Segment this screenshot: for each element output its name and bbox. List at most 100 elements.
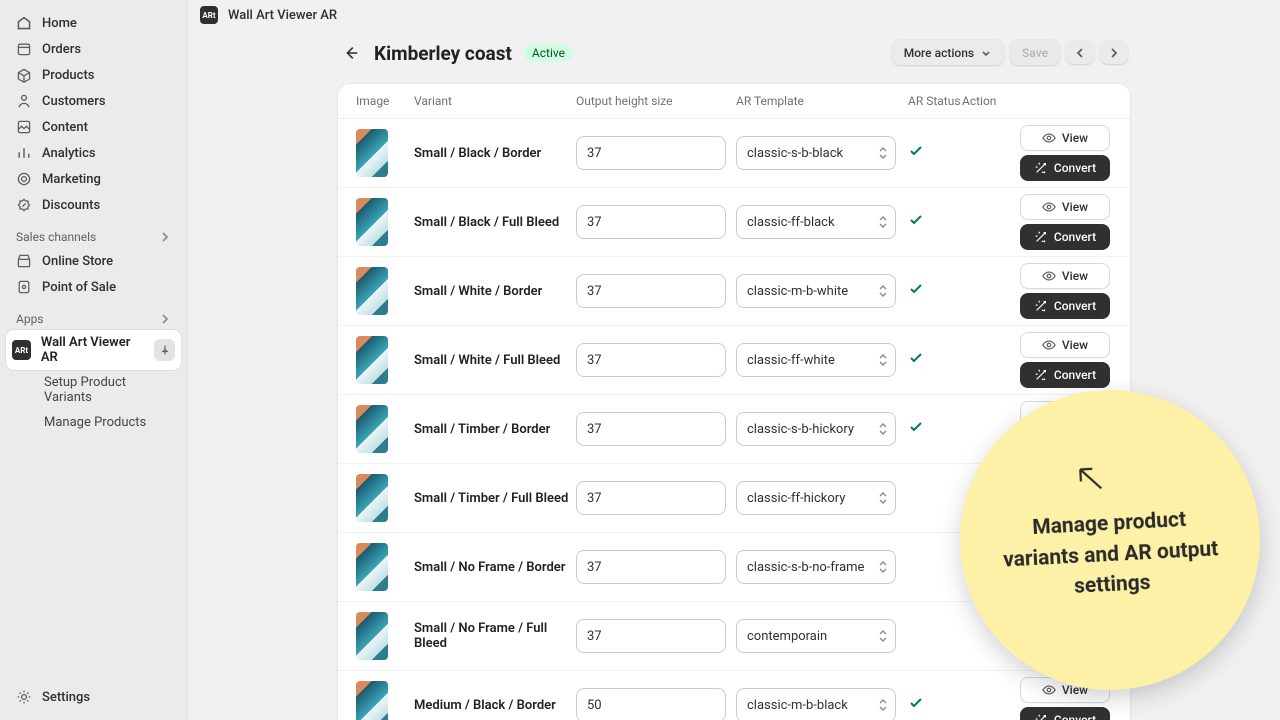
nav-content[interactable]: Content: [6, 114, 181, 140]
output-height-input[interactable]: [576, 619, 726, 653]
output-height-input[interactable]: [576, 205, 726, 239]
save-button[interactable]: Save: [1010, 40, 1060, 66]
col-variant: Variant: [414, 94, 576, 108]
output-height-input[interactable]: [576, 412, 726, 446]
nav-online-store[interactable]: Online Store: [6, 248, 181, 274]
app-subnav: Setup Product Variants Manage Products: [6, 370, 181, 435]
view-button[interactable]: View: [1020, 125, 1110, 151]
nav-marketing[interactable]: Marketing: [6, 166, 181, 192]
col-image: Image: [356, 94, 414, 108]
app-icon: ARt: [200, 6, 218, 24]
variant-thumbnail: [356, 336, 388, 384]
magic-icon: [1034, 713, 1048, 720]
output-height-input[interactable]: [576, 481, 726, 515]
output-height-input[interactable]: [576, 688, 726, 720]
output-height-input[interactable]: [576, 274, 726, 308]
more-actions-button[interactable]: More actions: [892, 40, 1004, 66]
convert-button[interactable]: Convert: [1020, 707, 1110, 720]
sales-channels-header[interactable]: Sales channels: [6, 218, 181, 248]
nav-settings[interactable]: Settings: [6, 684, 181, 710]
table-row: Small / Black / Border classic-s-b-black…: [338, 119, 1130, 188]
subnav-setup-variants[interactable]: Setup Product Variants: [40, 370, 181, 410]
next-product-button[interactable]: [1100, 41, 1128, 65]
nav-home[interactable]: Home: [6, 10, 181, 36]
nav-label: Analytics: [42, 146, 96, 161]
magic-icon: [1034, 299, 1048, 313]
ar-status-check: [908, 350, 962, 370]
nav-discounts[interactable]: Discounts: [6, 192, 181, 218]
col-height: Output height size: [576, 94, 736, 108]
nav-label: Content: [42, 120, 88, 135]
marketing-icon: [16, 171, 32, 187]
subnav-manage-products[interactable]: Manage Products: [40, 410, 181, 435]
nav-label: Customers: [42, 94, 106, 109]
ar-template-select[interactable]: classic-ff-hickory: [736, 481, 896, 515]
sidebar-bottom: Settings: [0, 674, 187, 720]
output-height-input[interactable]: [576, 550, 726, 584]
ar-status-check: [908, 212, 962, 232]
convert-button[interactable]: Convert: [1020, 224, 1110, 250]
page-header: Kimberley coast Active More actions Save: [338, 40, 1130, 66]
table-header: Image Variant Output height size AR Temp…: [338, 84, 1130, 119]
arrow-icon: [1074, 462, 1106, 494]
sidebar: Home Orders Products Customers Content A…: [0, 0, 188, 720]
nav-orders[interactable]: Orders: [6, 36, 181, 62]
view-button[interactable]: View: [1020, 332, 1110, 358]
variant-name: Small / No Frame / Border: [414, 560, 565, 575]
pos-icon: [16, 279, 32, 295]
ar-template-select[interactable]: classic-ff-white: [736, 343, 896, 377]
variant-name: Small / White / Full Bleed: [414, 353, 560, 368]
convert-button[interactable]: Convert: [1020, 293, 1110, 319]
pin-button[interactable]: [154, 339, 175, 361]
output-height-input[interactable]: [576, 136, 726, 170]
ar-template-select[interactable]: classic-m-b-black: [736, 688, 896, 720]
variant-name: Small / Timber / Full Bleed: [414, 491, 568, 506]
app-link-label: Wall Art Viewer AR: [41, 335, 144, 365]
convert-button[interactable]: Convert: [1020, 155, 1110, 181]
sidebar-app-wall-art[interactable]: ARt Wall Art Viewer AR: [6, 330, 181, 370]
ar-template-select[interactable]: classic-s-b-hickory: [736, 412, 896, 446]
apps-header[interactable]: Apps: [6, 300, 181, 330]
ar-template-select[interactable]: contemporain: [736, 619, 896, 653]
variant-name: Small / White / Border: [414, 284, 542, 299]
ar-template-select[interactable]: classic-s-b-no-frame: [736, 550, 896, 584]
chevron-left-icon: [1074, 47, 1086, 59]
convert-button[interactable]: Convert: [1020, 362, 1110, 388]
view-button[interactable]: View: [1020, 263, 1110, 289]
section-label: Sales channels: [16, 230, 96, 244]
ar-template-select[interactable]: classic-ff-black: [736, 205, 896, 239]
nav-label: Products: [42, 68, 94, 83]
back-button[interactable]: [340, 42, 362, 64]
ar-status-check: [908, 695, 962, 715]
customers-icon: [16, 93, 32, 109]
nav-label: Orders: [42, 42, 81, 57]
arrow-left-icon: [342, 44, 360, 62]
prev-product-button[interactable]: [1066, 41, 1094, 65]
primary-nav: Home Orders Products Customers Content A…: [0, 0, 187, 435]
eye-icon: [1042, 683, 1056, 697]
ar-template-select[interactable]: classic-s-b-black: [736, 136, 896, 170]
eye-icon: [1042, 338, 1056, 352]
view-button[interactable]: View: [1020, 194, 1110, 220]
nav-label: Online Store: [42, 254, 113, 269]
app-mini-icon: ARt: [12, 340, 31, 360]
nav-analytics[interactable]: Analytics: [6, 140, 181, 166]
status-badge: Active: [524, 45, 573, 61]
nav-label: Marketing: [42, 172, 101, 187]
eye-icon: [1042, 131, 1056, 145]
variant-thumbnail: [356, 198, 388, 246]
nav-pos[interactable]: Point of Sale: [6, 274, 181, 300]
nav-label: Settings: [42, 690, 90, 705]
ar-template-select[interactable]: classic-m-b-white: [736, 274, 896, 308]
nav-customers[interactable]: Customers: [6, 88, 181, 114]
output-height-input[interactable]: [576, 343, 726, 377]
magic-icon: [1034, 230, 1048, 244]
store-icon: [16, 253, 32, 269]
variant-thumbnail: [356, 405, 388, 453]
discounts-icon: [16, 197, 32, 213]
chevron-right-icon: [159, 313, 171, 325]
ar-status-check: [908, 143, 962, 163]
nav-products[interactable]: Products: [6, 62, 181, 88]
chevron-down-icon: [980, 47, 992, 59]
variant-name: Small / Black / Full Bleed: [414, 215, 559, 230]
